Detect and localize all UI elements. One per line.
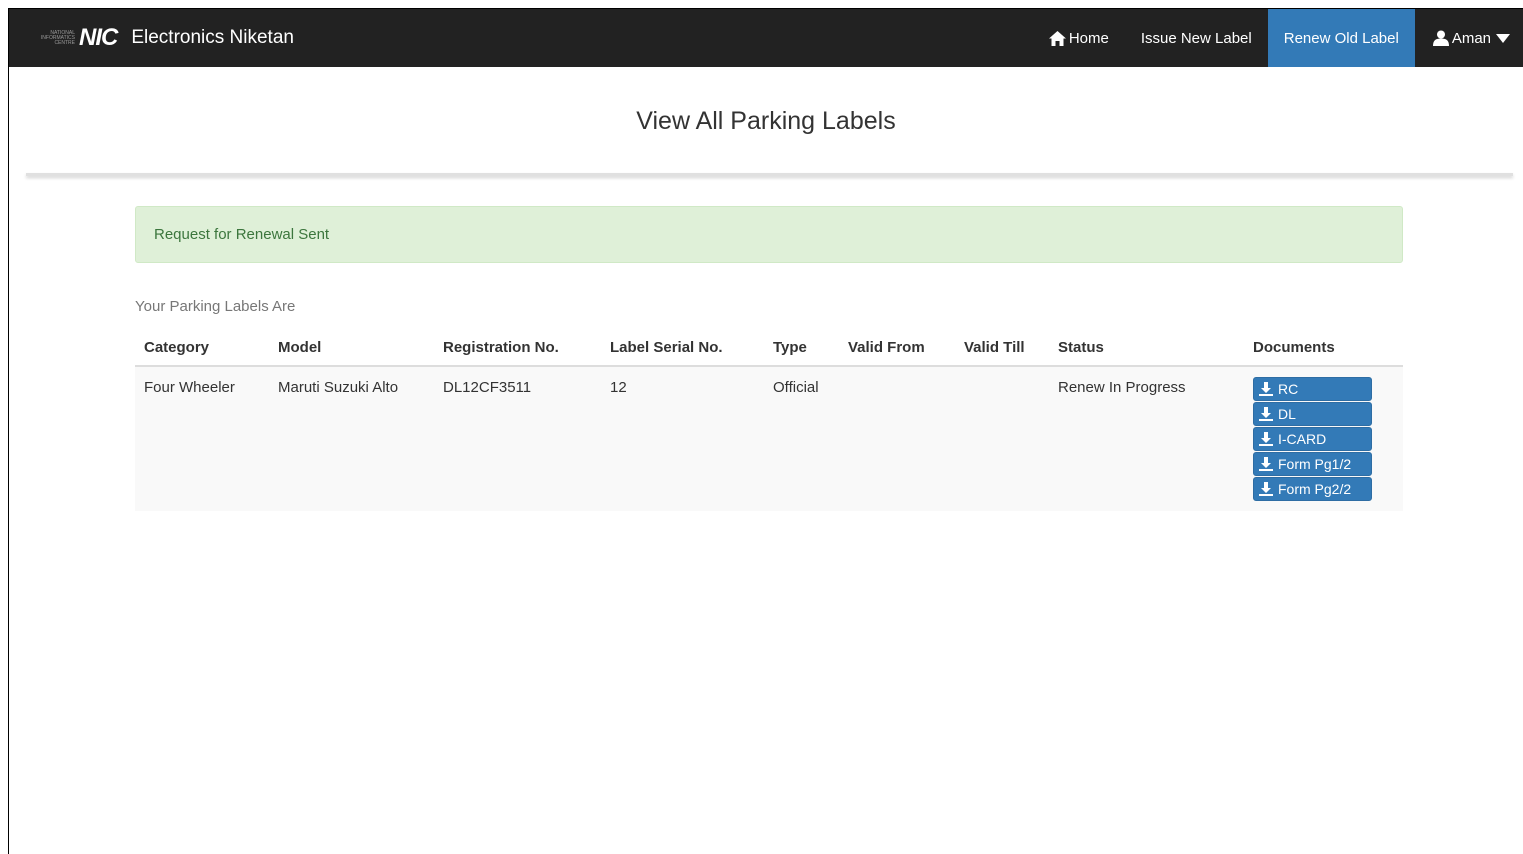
cell-type: Official	[764, 366, 839, 511]
download-form-pg1-button[interactable]: Form Pg1/2	[1253, 452, 1372, 476]
page-title: View All Parking Labels	[636, 107, 896, 135]
col-label-serial-no: Label Serial No.	[601, 328, 764, 367]
download-form-pg2-label: Form Pg2/2	[1278, 481, 1352, 497]
user-menu-dropdown[interactable]: Aman	[1415, 9, 1523, 67]
download-icon	[1259, 407, 1273, 421]
browser-viewport: NATIONAL INFORMATICS CENTRE NIC Electron…	[8, 8, 1523, 854]
cell-label-serial-no: 12	[601, 366, 764, 511]
download-rc-label: RC	[1278, 381, 1299, 397]
brand[interactable]: NATIONAL INFORMATICS CENTRE NIC Electron…	[9, 9, 294, 67]
labels-subtitle: Your Parking Labels Are	[135, 298, 296, 315]
download-form-pg1-label: Form Pg1/2	[1278, 456, 1352, 472]
download-dl-button[interactable]: DL	[1253, 402, 1372, 426]
download-icard-button[interactable]: I-CARD	[1253, 427, 1372, 451]
download-icon	[1259, 382, 1273, 396]
caret-down-icon	[1496, 33, 1510, 43]
col-valid-till: Valid Till	[955, 328, 1049, 367]
user-icon	[1432, 30, 1449, 46]
cell-documents: RC DL I-CARD Form Pg1/2 Form Pg2/2	[1244, 366, 1403, 511]
logo-mark: NIC	[79, 24, 118, 51]
logo-small-text: NATIONAL INFORMATICS CENTRE	[40, 29, 75, 46]
col-valid-from: Valid From	[839, 328, 955, 367]
table-row: Four Wheeler Maruti Suzuki Alto DL12CF35…	[135, 366, 1403, 511]
cell-valid-till	[955, 366, 1049, 511]
download-icon	[1259, 457, 1273, 471]
col-type: Type	[764, 328, 839, 367]
alert-message: Request for Renewal Sent	[154, 226, 330, 243]
title-divider	[26, 173, 1513, 176]
col-status: Status	[1049, 328, 1244, 367]
nav-menu: Home Issue New Label Renew Old Label Ama…	[1033, 9, 1523, 67]
top-navbar: NATIONAL INFORMATICS CENTRE NIC Electron…	[9, 9, 1523, 67]
cell-status: Renew In Progress	[1049, 366, 1244, 511]
col-category: Category	[135, 328, 269, 367]
success-alert: Request for Renewal Sent	[135, 206, 1403, 263]
download-rc-button[interactable]: RC	[1253, 377, 1372, 401]
nav-issue-new-label[interactable]: Issue New Label	[1125, 9, 1268, 67]
download-dl-label: DL	[1278, 406, 1296, 422]
document-buttons: RC DL I-CARD Form Pg1/2 Form Pg2/2	[1253, 377, 1394, 501]
col-model: Model	[269, 328, 434, 367]
user-name: Aman	[1451, 29, 1491, 47]
download-icard-label: I-CARD	[1278, 431, 1327, 447]
nav-home-label: Home	[1068, 29, 1109, 47]
download-form-pg2-button[interactable]: Form Pg2/2	[1253, 477, 1372, 501]
home-icon	[1048, 30, 1066, 46]
download-icon	[1259, 432, 1273, 446]
nav-issue-new-label-text: Issue New Label	[1140, 29, 1252, 47]
nav-renew-old-label-text: Renew Old Label	[1283, 29, 1399, 47]
cell-category: Four Wheeler	[135, 366, 269, 511]
cell-valid-from	[839, 366, 955, 511]
cell-registration-no: DL12CF3511	[434, 366, 601, 511]
download-icon	[1259, 482, 1273, 496]
parking-labels-table: Category Model Registration No. Label Se…	[135, 328, 1403, 511]
col-registration-no: Registration No.	[434, 328, 601, 367]
table-header-row: Category Model Registration No. Label Se…	[135, 328, 1403, 367]
brand-title[interactable]: Electronics Niketan	[131, 27, 294, 49]
nav-renew-old-label[interactable]: Renew Old Label	[1267, 9, 1415, 67]
col-documents: Documents	[1244, 328, 1403, 367]
nav-home[interactable]: Home	[1033, 9, 1125, 67]
cell-model: Maruti Suzuki Alto	[269, 366, 434, 511]
nic-logo: NATIONAL INFORMATICS CENTRE NIC	[29, 24, 118, 52]
